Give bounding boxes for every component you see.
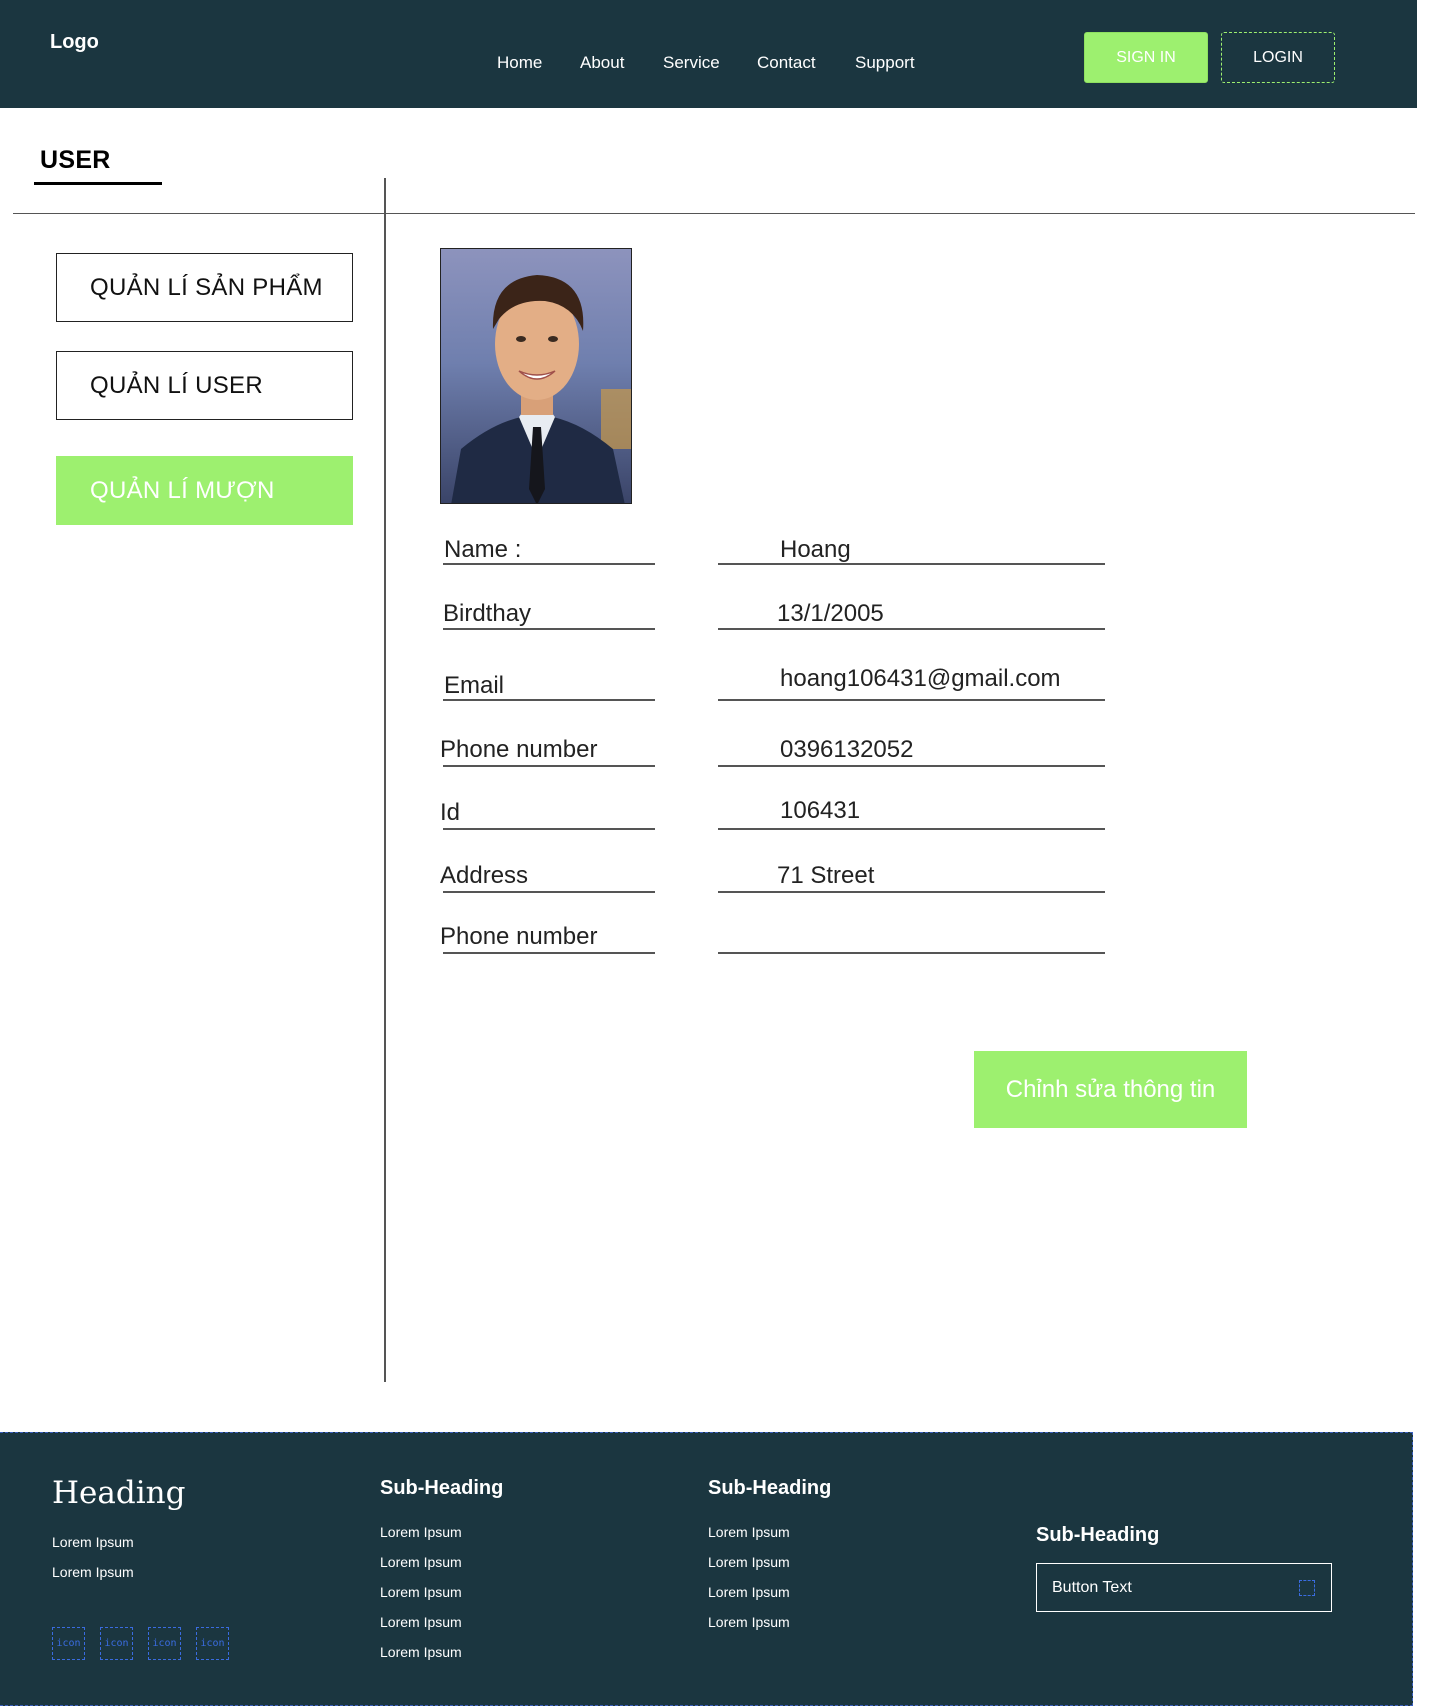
name-value-underline <box>718 563 1105 565</box>
footer-heading: Heading <box>52 1475 186 1511</box>
footer-heading-link-2[interactable]: Lorem Ipsum <box>52 1564 134 1580</box>
id-value-underline <box>718 828 1105 830</box>
birthday-label: Birdthay <box>443 600 532 627</box>
nav-contact[interactable]: Contact <box>757 53 816 73</box>
phone-value-2-underline <box>718 952 1105 954</box>
social-icon-2[interactable]: icon <box>100 1627 133 1660</box>
phone-label-underline <box>443 765 655 767</box>
birthday-value-underline <box>718 628 1105 630</box>
footer-col2-title: Sub-Heading <box>708 1477 832 1499</box>
top-navbar: Logo Home About Service Contact Support … <box>0 0 1417 108</box>
phone-label: Phone number <box>440 736 598 763</box>
nav-home[interactable]: Home <box>497 53 542 73</box>
name-label: Name : <box>444 536 522 563</box>
address-label: Address <box>440 862 529 889</box>
phone-label-2-underline <box>443 952 655 954</box>
footer-button-label: Button Text <box>1052 1578 1132 1596</box>
sidebar-item-borrow-management[interactable]: QUẢN LÍ MƯỢN <box>56 456 353 525</box>
id-value: 106431 <box>780 797 861 824</box>
sidebar-item-product-management[interactable]: QUẢN LÍ SẢN PHẨM <box>56 253 353 322</box>
address-value: 71 Street <box>777 862 875 889</box>
sign-in-button[interactable]: SIGN IN <box>1084 32 1208 83</box>
footer-col1-link[interactable]: Lorem Ipsum <box>380 1524 462 1540</box>
edit-info-button[interactable]: Chỉnh sửa thông tin <box>974 1051 1247 1128</box>
footer-col1-link[interactable]: Lorem Ipsum <box>380 1644 462 1660</box>
footer-col2-link[interactable]: Lorem Ipsum <box>708 1554 790 1570</box>
horizontal-divider <box>13 213 1415 214</box>
nav-service[interactable]: Service <box>663 53 720 73</box>
footer-col1-link[interactable]: Lorem Ipsum <box>380 1584 462 1600</box>
nav-support[interactable]: Support <box>855 53 915 73</box>
footer-col1-title: Sub-Heading <box>380 1477 504 1499</box>
email-value-underline <box>718 699 1105 701</box>
placeholder-icon <box>1299 1580 1315 1596</box>
footer-col2-link[interactable]: Lorem Ipsum <box>708 1524 790 1540</box>
address-label-underline <box>443 891 655 893</box>
footer-col3-title: Sub-Heading <box>1036 1524 1160 1546</box>
phone-value-underline <box>718 765 1105 767</box>
footer-col1-link[interactable]: Lorem Ipsum <box>380 1554 462 1570</box>
footer-col1-link[interactable]: Lorem Ipsum <box>380 1614 462 1630</box>
birthday-label-underline <box>443 628 655 630</box>
footer: Heading Lorem Ipsum Lorem Ipsum icon ico… <box>0 1432 1413 1706</box>
logo[interactable]: Logo <box>50 31 99 54</box>
sidebar-item-user-management[interactable]: QUẢN LÍ USER <box>56 351 353 420</box>
name-label-underline <box>443 563 655 565</box>
nav-about[interactable]: About <box>580 53 624 73</box>
page-title: USER <box>40 146 111 174</box>
id-label: Id <box>440 799 461 826</box>
avatar <box>440 248 632 504</box>
login-button[interactable]: LOGIN <box>1221 32 1335 83</box>
footer-button[interactable]: Button Text <box>1036 1563 1332 1612</box>
email-value: hoang106431@gmail.com <box>780 665 1061 692</box>
address-value-underline <box>718 891 1105 893</box>
social-icon-4[interactable]: icon <box>196 1627 229 1660</box>
birthday-value: 13/1/2005 <box>777 600 884 627</box>
title-underline <box>34 182 162 185</box>
social-icon-1[interactable]: icon <box>52 1627 85 1660</box>
name-value: Hoang <box>780 536 851 563</box>
avatar-portrait <box>451 275 631 503</box>
phone-value: 0396132052 <box>780 736 914 763</box>
footer-col2-link[interactable]: Lorem Ipsum <box>708 1584 790 1600</box>
email-label-underline <box>443 699 655 701</box>
footer-heading-link-1[interactable]: Lorem Ipsum <box>52 1534 134 1550</box>
email-label: Email <box>444 672 505 699</box>
social-icon-3[interactable]: icon <box>148 1627 181 1660</box>
footer-col2-link[interactable]: Lorem Ipsum <box>708 1614 790 1630</box>
id-label-underline <box>443 828 655 830</box>
phone-label-2: Phone number <box>440 923 598 950</box>
vertical-divider <box>384 178 386 1382</box>
